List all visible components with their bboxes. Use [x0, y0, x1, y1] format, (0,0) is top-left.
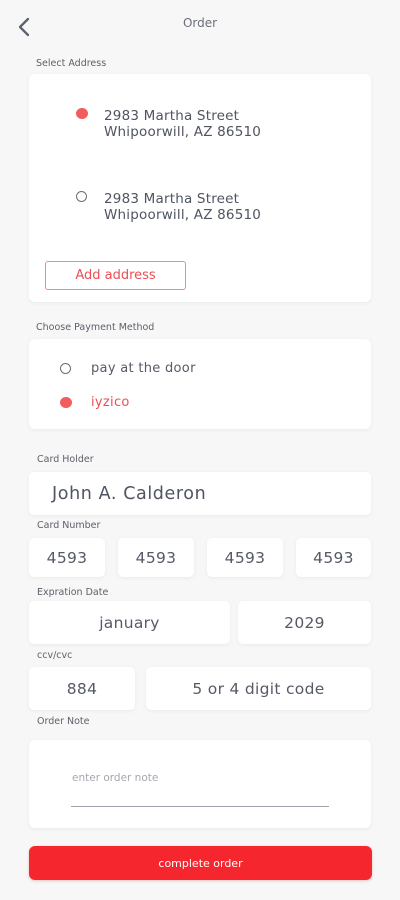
cvv-label: ccv/cvc — [37, 650, 73, 661]
payment-method-label: Choose Payment Method — [36, 322, 155, 333]
payment-label-door: pay at the door — [91, 361, 196, 376]
order-note-card — [29, 740, 371, 828]
payment-card — [29, 339, 371, 429]
card-holder-input[interactable]: John A. Calderon — [29, 472, 371, 515]
address-1-line2: Whipoorwill, AZ 86510 — [104, 124, 262, 140]
address-radio-1[interactable] — [76, 108, 88, 119]
address-option-2[interactable]: 2983 Martha Street Whipoorwill, AZ 86510 — [74, 187, 364, 227]
address-radio-2[interactable] — [76, 191, 87, 202]
order-note-input[interactable]: enter order note — [72, 772, 158, 784]
order-note-underline — [71, 806, 329, 807]
card-number-group-4[interactable]: 4593 — [296, 538, 371, 577]
payment-radio-iyzico[interactable] — [60, 397, 72, 408]
payment-option-iyzico[interactable]: iyzico — [58, 392, 358, 414]
expiry-month-select[interactable]: january — [29, 601, 230, 644]
address-2-line1: 2983 Martha Street — [104, 191, 240, 207]
complete-order-button[interactable]: complete order — [29, 846, 372, 880]
address-1-line1: 2983 Martha Street — [104, 108, 240, 124]
payment-label-iyzico: iyzico — [91, 395, 130, 410]
card-number-group-2[interactable]: 4593 — [118, 538, 194, 577]
address-option-1[interactable]: 2983 Martha Street Whipoorwill, AZ 86510 — [74, 104, 364, 144]
expiration-label: Expration Date — [37, 587, 109, 598]
cvv-hint-field: 5 or 4 digit code — [146, 667, 371, 710]
add-address-button[interactable]: Add address — [45, 261, 186, 290]
address-2-line2: Whipoorwill, AZ 86510 — [104, 207, 262, 223]
cvv-input[interactable]: 884 — [29, 667, 135, 710]
payment-option-door[interactable]: pay at the door — [58, 358, 358, 380]
card-holder-label: Card Holder — [37, 454, 94, 465]
page-title: Order — [182, 16, 218, 30]
select-address-label: Select Address — [36, 58, 107, 69]
expiry-year-select[interactable]: 2029 — [238, 601, 371, 644]
payment-radio-door[interactable] — [60, 363, 71, 374]
order-note-label: Order Note — [37, 716, 90, 727]
card-number-group-1[interactable]: 4593 — [29, 538, 105, 577]
card-number-group-3[interactable]: 4593 — [207, 538, 283, 577]
card-number-label: Card Number — [37, 520, 101, 531]
